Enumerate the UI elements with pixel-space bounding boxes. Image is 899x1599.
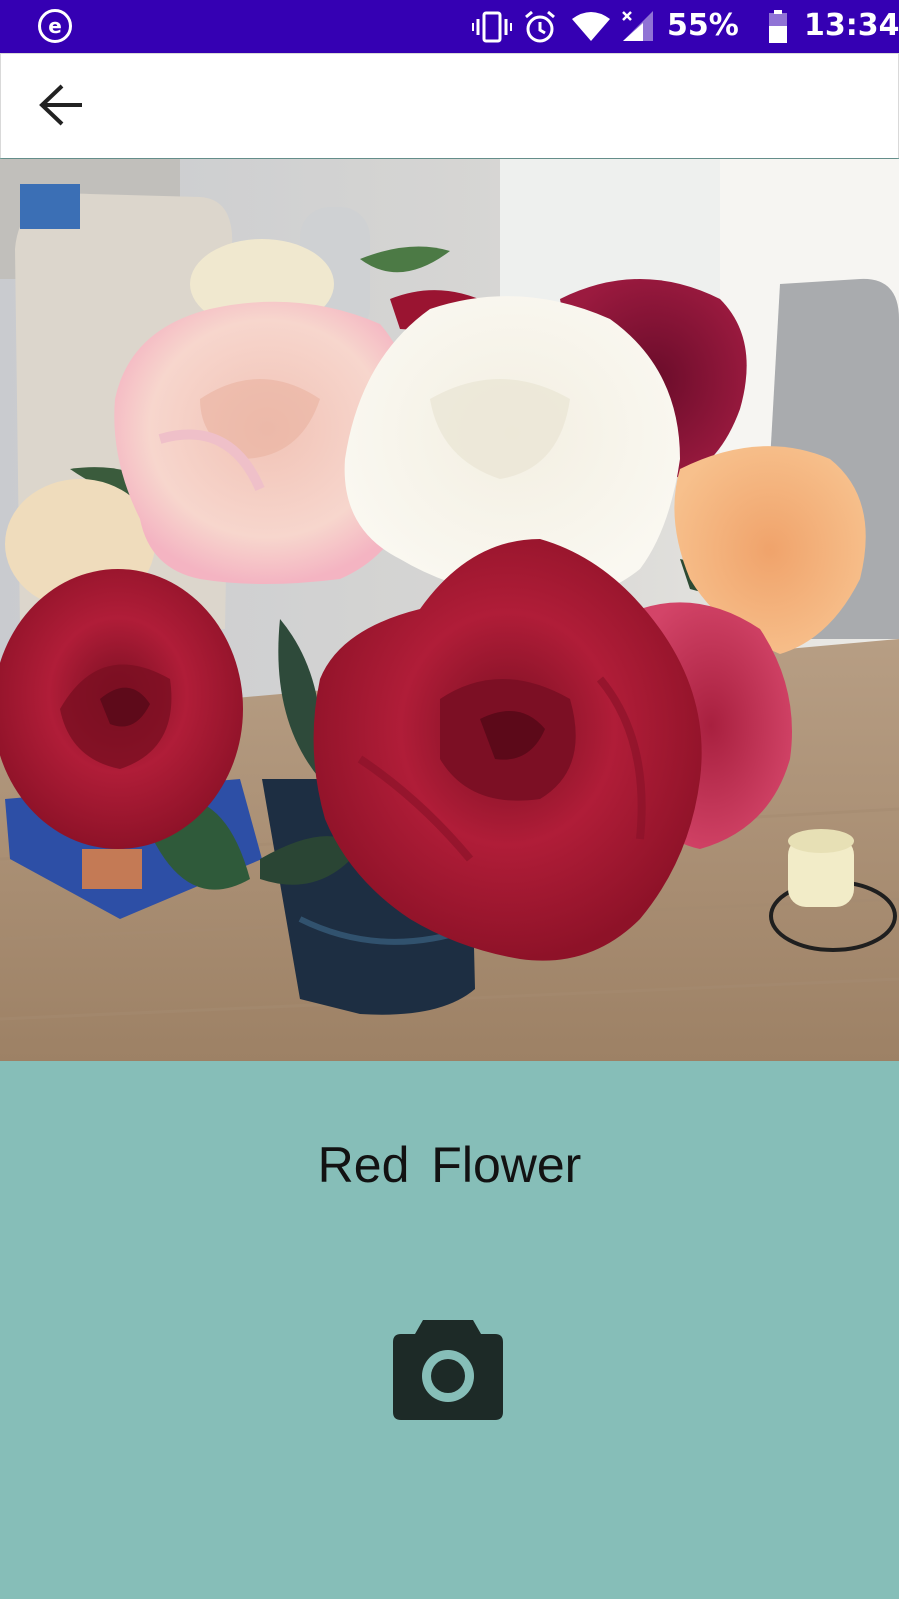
status-icons: 55% 13:34: [469, 0, 899, 53]
battery-icon: [769, 10, 787, 43]
app-notification-icon: e: [38, 9, 72, 43]
flower-photo-image: [0, 159, 899, 1061]
cell-signal-icon: [622, 11, 653, 41]
arrow-left-icon: [39, 84, 82, 126]
app-toolbar: [0, 53, 899, 158]
status-bar: e 55% 13:34: [0, 0, 899, 53]
battery-percent: 55%: [667, 8, 739, 43]
flower-photo: [0, 159, 899, 1061]
alarm-icon: [525, 10, 555, 43]
clock: 13:34: [804, 8, 899, 43]
wifi-icon: [572, 12, 610, 41]
vibrate-icon: [472, 11, 512, 43]
back-button[interactable]: [29, 72, 95, 138]
camera-icon: [393, 1320, 503, 1420]
classification-result-label: Red Flower: [317, 1137, 582, 1193]
camera-button[interactable]: [391, 1316, 505, 1420]
